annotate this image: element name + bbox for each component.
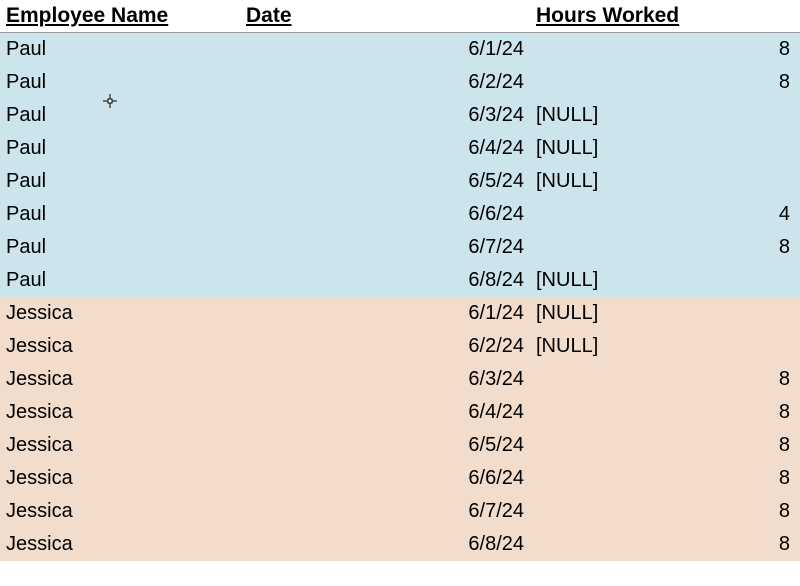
cell-date[interactable]: 6/6/24 (240, 198, 530, 231)
cell-employee-name[interactable]: Paul (0, 198, 240, 231)
cell-hours-null[interactable]: [NULL] (530, 132, 800, 165)
cell-employee-name[interactable]: Paul (0, 99, 240, 132)
cell-spacer (530, 528, 613, 561)
table-row[interactable]: Paul6/5/24[NULL] (0, 165, 800, 198)
table-body: Paul6/1/248Paul6/2/248Paul6/3/24[NULL]Pa… (0, 33, 800, 561)
cell-employee-name[interactable]: Jessica (0, 396, 240, 429)
cell-hours-null[interactable]: [NULL] (530, 264, 800, 297)
cell-hours-null[interactable]: [NULL] (530, 330, 800, 363)
table-row[interactable]: Jessica6/7/24 8 (0, 495, 800, 528)
table-row[interactable]: Jessica6/8/24 8 (0, 528, 800, 561)
cell-employee-name[interactable]: Paul (0, 264, 240, 297)
cell-date[interactable]: 6/4/24 (240, 132, 530, 165)
cell-spacer (530, 66, 613, 99)
cell-employee-name[interactable]: Jessica (0, 297, 240, 330)
cell-date[interactable]: 6/3/24 (240, 99, 530, 132)
table-row[interactable]: Paul6/1/24 8 (0, 33, 800, 66)
cell-employee-name[interactable]: Jessica (0, 528, 240, 561)
cell-date[interactable]: 6/3/24 (240, 363, 530, 396)
cell-hours-worked[interactable]: 8 (613, 429, 800, 462)
cell-spacer (530, 429, 613, 462)
table-row[interactable]: Jessica6/4/24 8 (0, 396, 800, 429)
table-row[interactable]: Paul6/3/24[NULL] (0, 99, 800, 132)
cell-date[interactable]: 6/2/24 (240, 330, 530, 363)
header-employee-name[interactable]: Employee Name (0, 0, 240, 33)
cell-date[interactable]: 6/2/24 (240, 66, 530, 99)
table-row[interactable]: Jessica6/3/24 8 (0, 363, 800, 396)
cell-employee-name[interactable]: Paul (0, 132, 240, 165)
employee-hours-table: Employee Name Date Hours Worked Paul6/1/… (0, 0, 800, 561)
cell-employee-name[interactable]: Jessica (0, 363, 240, 396)
table-row[interactable]: Paul6/2/24 8 (0, 66, 800, 99)
cell-date[interactable]: 6/8/24 (240, 264, 530, 297)
cell-hours-worked[interactable]: 8 (613, 528, 800, 561)
cell-date[interactable]: 6/7/24 (240, 231, 530, 264)
cell-date[interactable]: 6/8/24 (240, 528, 530, 561)
cell-hours-worked[interactable]: 8 (613, 363, 800, 396)
cell-date[interactable]: 6/4/24 (240, 396, 530, 429)
table-row[interactable]: Paul6/4/24[NULL] (0, 132, 800, 165)
cell-employee-name[interactable]: Paul (0, 165, 240, 198)
table-row[interactable]: Paul6/6/24 4 (0, 198, 800, 231)
cell-hours-worked[interactable]: 8 (613, 33, 800, 66)
table-row[interactable]: Paul6/8/24[NULL] (0, 264, 800, 297)
cell-hours-worked[interactable]: 8 (613, 66, 800, 99)
cell-date[interactable]: 6/1/24 (240, 297, 530, 330)
cell-spacer (530, 462, 613, 495)
cell-hours-worked[interactable]: 4 (613, 198, 800, 231)
cell-hours-worked[interactable]: 8 (613, 396, 800, 429)
cell-spacer (530, 396, 613, 429)
table-row[interactable]: Jessica6/2/24[NULL] (0, 330, 800, 363)
cell-hours-null[interactable]: [NULL] (530, 165, 800, 198)
cell-employee-name[interactable]: Jessica (0, 429, 240, 462)
cell-date[interactable]: 6/1/24 (240, 33, 530, 66)
cell-date[interactable]: 6/7/24 (240, 495, 530, 528)
cell-spacer (530, 231, 613, 264)
cell-employee-name[interactable]: Paul (0, 231, 240, 264)
cell-hours-worked[interactable]: 8 (613, 462, 800, 495)
header-date[interactable]: Date (240, 0, 530, 33)
cell-spacer (530, 33, 613, 66)
cell-spacer (530, 495, 613, 528)
table-header-row: Employee Name Date Hours Worked (0, 0, 800, 33)
cell-hours-worked[interactable]: 8 (613, 231, 800, 264)
table-row[interactable]: Paul6/7/24 8 (0, 231, 800, 264)
cell-employee-name[interactable]: Paul (0, 66, 240, 99)
table-row[interactable]: Jessica6/5/24 8 (0, 429, 800, 462)
cell-date[interactable]: 6/5/24 (240, 165, 530, 198)
cell-hours-null[interactable]: [NULL] (530, 99, 800, 132)
cell-date[interactable]: 6/6/24 (240, 462, 530, 495)
cell-employee-name[interactable]: Paul (0, 33, 240, 66)
cell-date[interactable]: 6/5/24 (240, 429, 530, 462)
table-row[interactable]: Jessica6/6/24 8 (0, 462, 800, 495)
header-hours-worked[interactable]: Hours Worked (530, 0, 800, 33)
cell-spacer (530, 363, 613, 396)
cell-employee-name[interactable]: Jessica (0, 462, 240, 495)
table-row[interactable]: Jessica6/1/24[NULL] (0, 297, 800, 330)
cell-hours-null[interactable]: [NULL] (530, 297, 800, 330)
cell-hours-worked[interactable]: 8 (613, 495, 800, 528)
cell-employee-name[interactable]: Jessica (0, 495, 240, 528)
cell-employee-name[interactable]: Jessica (0, 330, 240, 363)
cell-spacer (530, 198, 613, 231)
